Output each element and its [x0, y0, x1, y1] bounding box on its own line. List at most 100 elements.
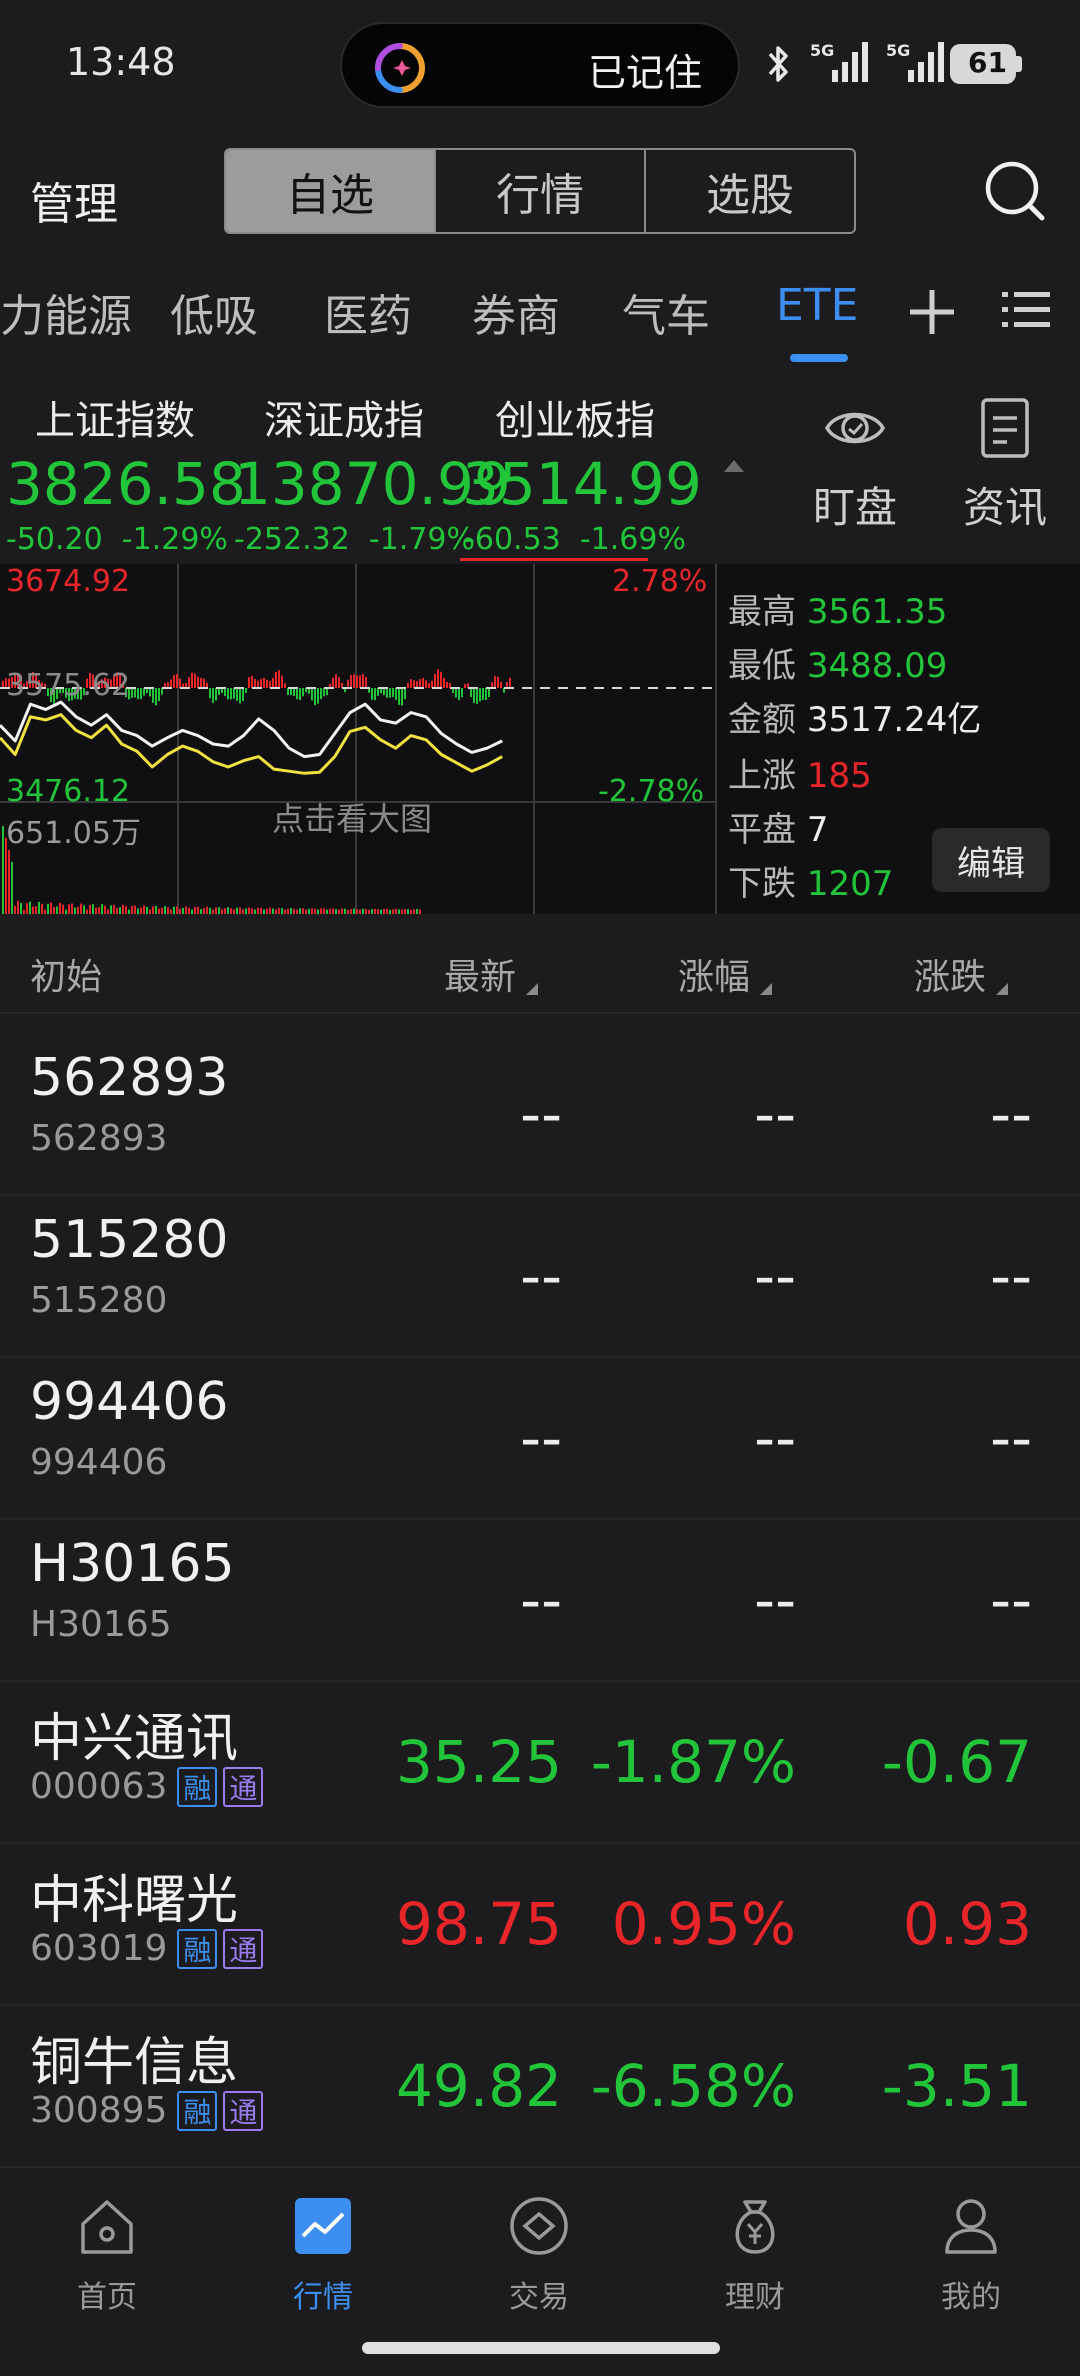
col-name-header[interactable]: 初始 — [30, 948, 102, 1000]
updown-bar — [389, 688, 391, 698]
stock-change: 0.93 — [902, 1890, 1032, 1958]
volume-bar — [77, 906, 79, 914]
volume-bar — [188, 907, 190, 914]
index-shanghai[interactable]: 上证指数 3826.58 -50.20 -1.29% — [6, 388, 246, 557]
updown-bar — [299, 688, 301, 700]
segment-market[interactable]: 行情 — [436, 150, 646, 232]
collapse-arrow-icon[interactable] — [724, 460, 744, 472]
volume-bar — [218, 907, 220, 914]
enlarge-chart-hint[interactable]: 点击看大图 — [272, 794, 432, 840]
add-group-icon[interactable] — [906, 286, 958, 338]
table-row[interactable]: 铜牛信息 300895 融通 49.82 -6.58% -3.51 — [0, 2006, 1080, 2168]
nav-home[interactable]: 首页 — [32, 2194, 182, 2316]
segment-stock-picker[interactable]: 选股 — [646, 150, 854, 232]
volume-bar — [371, 909, 373, 914]
volume-bar — [254, 909, 256, 914]
volume-bar — [245, 908, 247, 914]
volume-bar — [179, 908, 181, 914]
volume-bar — [185, 906, 187, 914]
margin-tag: 融 — [177, 1766, 218, 1807]
updown-bar — [347, 679, 349, 688]
updown-bar — [473, 688, 475, 703]
volume-bar — [80, 903, 82, 914]
col-latest-header[interactable]: 最新 — [444, 948, 539, 1000]
updown-bar — [230, 688, 232, 700]
volume-bar — [173, 906, 175, 914]
tab-brokers[interactable]: 券商 — [472, 280, 560, 344]
sort-icon — [996, 983, 1009, 995]
index-shenzhen[interactable]: 深证成指 13870.99 -252.32 -1.79% — [234, 388, 511, 557]
top-segment-control: 自选 行情 选股 — [224, 148, 856, 234]
updown-bar — [173, 675, 175, 688]
updown-bar — [317, 688, 319, 704]
nav-wealth[interactable]: 理财 — [680, 2194, 830, 2316]
col-change-header[interactable]: 涨跌 — [914, 948, 1009, 1000]
volume-bar — [107, 909, 109, 914]
edit-button[interactable]: 编辑 — [932, 828, 1050, 892]
tab-energy[interactable]: 力能源 — [0, 280, 132, 344]
nav-trade[interactable]: 交易 — [464, 2194, 614, 2316]
volume-bar — [86, 909, 88, 914]
volume-bar — [206, 906, 208, 914]
volume-bar — [137, 908, 139, 914]
table-row[interactable]: H30165 H30165 -- -- -- — [0, 1520, 1080, 1682]
updown-bar — [158, 688, 160, 702]
stock-change-pct: -- — [754, 1242, 796, 1310]
col-pct-header[interactable]: 涨幅 — [678, 948, 773, 1000]
updown-bar — [443, 677, 445, 688]
volume-bar — [170, 909, 172, 914]
updown-bar — [401, 688, 403, 706]
updown-bar — [143, 688, 145, 696]
nav-profile-label: 我的 — [941, 2280, 1001, 2315]
home-indicator[interactable] — [362, 2342, 720, 2354]
volume-bar — [98, 907, 100, 914]
news-button[interactable]: 资讯 — [950, 396, 1060, 535]
updown-bar — [287, 688, 289, 696]
volume-bar — [20, 903, 22, 914]
volume-bar — [350, 909, 352, 914]
volume-bar — [83, 905, 85, 914]
stock-change-pct: 0.95% — [611, 1890, 796, 1958]
chart-low-label: 3476.12 — [6, 774, 131, 809]
updown-bar — [377, 688, 379, 696]
tab-low-buy[interactable]: 低吸 — [170, 280, 258, 344]
updown-bar — [359, 675, 361, 688]
stock-change: -- — [990, 1404, 1032, 1472]
tab-ete[interactable]: ETE — [776, 280, 858, 331]
group-list-icon[interactable] — [1002, 286, 1050, 334]
updown-bar — [455, 688, 457, 698]
dynamic-island[interactable]: 已记住 — [340, 22, 740, 108]
table-row[interactable]: 中兴通讯 000063 融通 35.25 -1.87% -0.67 — [0, 1682, 1080, 1844]
manage-button[interactable]: 管理 — [30, 168, 118, 232]
updown-bar — [284, 683, 286, 688]
stock-code: 562893 — [30, 1118, 168, 1159]
intraday-chart[interactable]: 3674.92 2.78% 3575.62 3476.12 -2.78% 651… — [0, 564, 720, 914]
table-row[interactable]: 中科曙光 603019 融通 98.75 0.95% 0.93 — [0, 1844, 1080, 2006]
volume-bar — [296, 909, 298, 914]
volume-bar — [269, 907, 271, 914]
search-icon[interactable] — [982, 158, 1046, 222]
index-change: -252.32 -1.79% — [234, 522, 476, 557]
index-value: 13870.99 — [234, 450, 511, 518]
stock-name: 515280 — [30, 1210, 229, 1270]
updown-bar — [461, 688, 463, 698]
table-row[interactable]: 562893 562893 -- -- -- — [0, 1034, 1080, 1196]
chart-lines — [0, 700, 503, 775]
updown-bar — [410, 679, 412, 688]
table-row[interactable]: 515280 515280 -- -- -- — [0, 1196, 1080, 1358]
tab-medicine[interactable]: 医药 — [324, 280, 412, 344]
updown-bar — [140, 688, 142, 700]
tab-autos[interactable]: 气车 — [622, 280, 710, 344]
chart-high-pct-label: 2.78% — [612, 564, 708, 599]
volume-bar — [104, 905, 106, 914]
volume-bar — [143, 905, 145, 914]
table-row[interactable]: 994406 994406 -- -- -- — [0, 1358, 1080, 1520]
segment-watchlist[interactable]: 自选 — [226, 150, 436, 232]
volume-bar — [65, 909, 67, 914]
volume-bar — [149, 909, 151, 914]
volume-bar — [119, 907, 121, 914]
index-chinext[interactable]: 创业板指 3514.99 -60.53 -1.69% — [462, 388, 702, 557]
watch-board-button[interactable]: 盯盘 — [800, 396, 910, 535]
nav-market[interactable]: 行情 — [248, 2194, 398, 2316]
nav-profile[interactable]: 我的 — [896, 2194, 1046, 2316]
